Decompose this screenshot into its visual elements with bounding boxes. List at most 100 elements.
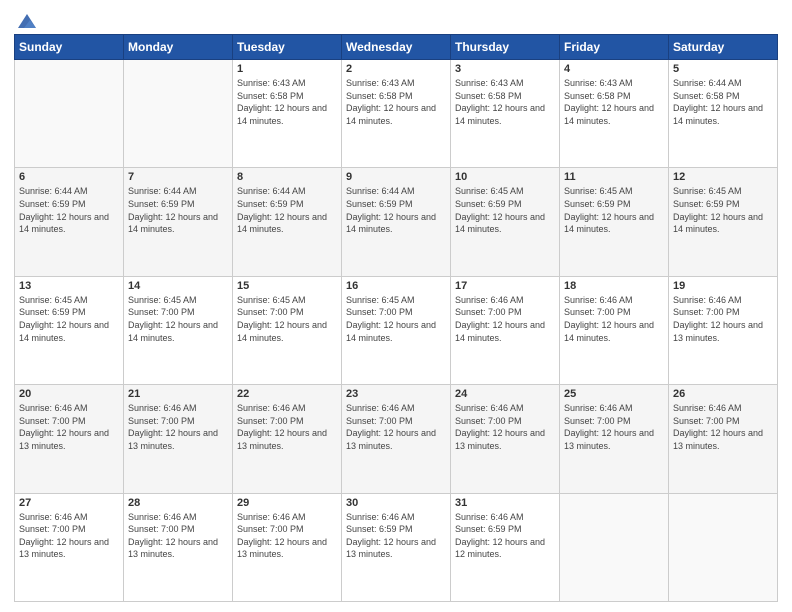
day-info: Sunrise: 6:43 AM Sunset: 6:58 PM Dayligh… <box>237 77 337 127</box>
day-number: 26 <box>673 388 773 400</box>
day-info: Sunrise: 6:46 AM Sunset: 7:00 PM Dayligh… <box>237 511 337 561</box>
day-number: 20 <box>19 388 119 400</box>
calendar-cell: 14Sunrise: 6:45 AM Sunset: 7:00 PM Dayli… <box>124 276 233 384</box>
calendar-cell: 29 Sunrise: 6:46 AM Sunset: 7:00 PM Dayli… <box>233 493 342 601</box>
day-number: 14 <box>128 280 228 292</box>
calendar-cell: 24Sunrise: 6:46 AM Sunset: 7:00 PM Dayli… <box>451 385 560 493</box>
day-number: 4 <box>564 63 664 75</box>
day-info: Sunrise: 6:46 AM Sunset: 7:00 PM Dayligh… <box>455 402 555 452</box>
page: SundayMondayTuesdayWednesdayThursdayFrid… <box>0 0 792 612</box>
day-info: Sunrise: 6:46 AM Sunset: 7:00 PM Dayligh… <box>455 294 555 344</box>
calendar-cell <box>669 493 778 601</box>
calendar-cell: 20 Sunrise: 6:46 AM Sunset: 7:00 PM Dayli… <box>15 385 124 493</box>
calendar-cell: 4 Sunrise: 6:43 AM Sunset: 6:58 PM Daylig… <box>560 60 669 168</box>
calendar-cell: 18 Sunrise: 6:46 AM Sunset: 7:00 PM Dayli… <box>560 276 669 384</box>
day-info: Sunrise: 6:46 AM Sunset: 7:00 PM Dayligh… <box>128 402 228 452</box>
calendar-cell: 16Sunrise: 6:45 AM Sunset: 7:00 PM Dayli… <box>342 276 451 384</box>
day-number: 29 <box>237 497 337 509</box>
calendar-cell: 2 Sunrise: 6:43 AM Sunset: 6:58 PM Daylig… <box>342 60 451 168</box>
calendar-cell: 27 Sunrise: 6:46 AM Sunset: 7:00 PM Dayli… <box>15 493 124 601</box>
calendar-cell: 22 Sunrise: 6:46 AM Sunset: 7:00 PM Dayli… <box>233 385 342 493</box>
day-number: 16 <box>346 280 446 292</box>
weekday-header-row: SundayMondayTuesdayWednesdayThursdayFrid… <box>15 35 778 60</box>
calendar-cell: 28Sunrise: 6:46 AM Sunset: 7:00 PM Dayli… <box>124 493 233 601</box>
day-info: Sunrise: 6:45 AM Sunset: 6:59 PM Dayligh… <box>673 185 773 235</box>
day-number: 17 <box>455 280 555 292</box>
weekday-header-wednesday: Wednesday <box>342 35 451 60</box>
day-info: Sunrise: 6:45 AM Sunset: 6:59 PM Dayligh… <box>19 294 119 344</box>
calendar-table: SundayMondayTuesdayWednesdayThursdayFrid… <box>14 34 778 602</box>
calendar-cell: 7 Sunrise: 6:44 AM Sunset: 6:59 PM Daylig… <box>124 168 233 276</box>
calendar-cell: 30 Sunrise: 6:46 AM Sunset: 6:59 PM Dayli… <box>342 493 451 601</box>
day-number: 2 <box>346 63 446 75</box>
day-info: Sunrise: 6:46 AM Sunset: 7:00 PM Dayligh… <box>237 402 337 452</box>
day-info: Sunrise: 6:44 AM Sunset: 6:59 PM Dayligh… <box>128 185 228 235</box>
calendar-cell: 6 Sunrise: 6:44 AM Sunset: 6:59 PM Daylig… <box>15 168 124 276</box>
day-info: Sunrise: 6:46 AM Sunset: 7:00 PM Dayligh… <box>564 294 664 344</box>
day-number: 9 <box>346 171 446 183</box>
day-number: 13 <box>19 280 119 292</box>
calendar-cell: 17 Sunrise: 6:46 AM Sunset: 7:00 PM Dayli… <box>451 276 560 384</box>
day-number: 19 <box>673 280 773 292</box>
calendar-cell <box>124 60 233 168</box>
day-info: Sunrise: 6:46 AM Sunset: 7:00 PM Dayligh… <box>128 511 228 561</box>
day-info: Sunrise: 6:46 AM Sunset: 7:00 PM Dayligh… <box>564 402 664 452</box>
calendar-cell: 3 Sunrise: 6:43 AM Sunset: 6:58 PM Daylig… <box>451 60 560 168</box>
calendar-cell: 9Sunrise: 6:44 AM Sunset: 6:59 PM Daylig… <box>342 168 451 276</box>
day-info: Sunrise: 6:45 AM Sunset: 6:59 PM Dayligh… <box>564 185 664 235</box>
day-info: Sunrise: 6:43 AM Sunset: 6:58 PM Dayligh… <box>346 77 446 127</box>
calendar-cell: 11Sunrise: 6:45 AM Sunset: 6:59 PM Dayli… <box>560 168 669 276</box>
calendar-cell: 31 Sunrise: 6:46 AM Sunset: 6:59 PM Dayli… <box>451 493 560 601</box>
calendar-cell: 19 Sunrise: 6:46 AM Sunset: 7:00 PM Dayli… <box>669 276 778 384</box>
weekday-header-tuesday: Tuesday <box>233 35 342 60</box>
calendar-week-row: 13 Sunrise: 6:45 AM Sunset: 6:59 PM Dayli… <box>15 276 778 384</box>
calendar-week-row: 1Sunrise: 6:43 AM Sunset: 6:58 PM Daylig… <box>15 60 778 168</box>
day-number: 6 <box>19 171 119 183</box>
day-number: 23 <box>346 388 446 400</box>
day-info: Sunrise: 6:43 AM Sunset: 6:58 PM Dayligh… <box>564 77 664 127</box>
day-number: 21 <box>128 388 228 400</box>
day-info: Sunrise: 6:46 AM Sunset: 7:00 PM Dayligh… <box>19 511 119 561</box>
logo-icon <box>16 10 38 32</box>
logo <box>14 10 38 28</box>
day-number: 10 <box>455 171 555 183</box>
day-info: Sunrise: 6:45 AM Sunset: 7:00 PM Dayligh… <box>237 294 337 344</box>
day-number: 15 <box>237 280 337 292</box>
weekday-header-saturday: Saturday <box>669 35 778 60</box>
day-info: Sunrise: 6:46 AM Sunset: 7:00 PM Dayligh… <box>673 402 773 452</box>
day-info: Sunrise: 6:46 AM Sunset: 7:00 PM Dayligh… <box>673 294 773 344</box>
day-info: Sunrise: 6:43 AM Sunset: 6:58 PM Dayligh… <box>455 77 555 127</box>
day-info: Sunrise: 6:44 AM Sunset: 6:59 PM Dayligh… <box>19 185 119 235</box>
calendar-week-row: 27 Sunrise: 6:46 AM Sunset: 7:00 PM Dayli… <box>15 493 778 601</box>
day-number: 12 <box>673 171 773 183</box>
calendar-week-row: 6 Sunrise: 6:44 AM Sunset: 6:59 PM Daylig… <box>15 168 778 276</box>
calendar-cell: 15 Sunrise: 6:45 AM Sunset: 7:00 PM Dayli… <box>233 276 342 384</box>
calendar-cell: 23 Sunrise: 6:46 AM Sunset: 7:00 PM Dayli… <box>342 385 451 493</box>
day-number: 5 <box>673 63 773 75</box>
day-number: 30 <box>346 497 446 509</box>
calendar-cell: 8Sunrise: 6:44 AM Sunset: 6:59 PM Daylig… <box>233 168 342 276</box>
weekday-header-monday: Monday <box>124 35 233 60</box>
day-info: Sunrise: 6:46 AM Sunset: 6:59 PM Dayligh… <box>346 511 446 561</box>
header <box>14 10 778 28</box>
day-info: Sunrise: 6:46 AM Sunset: 7:00 PM Dayligh… <box>346 402 446 452</box>
calendar-cell: 12 Sunrise: 6:45 AM Sunset: 6:59 PM Dayli… <box>669 168 778 276</box>
weekday-header-thursday: Thursday <box>451 35 560 60</box>
day-info: Sunrise: 6:46 AM Sunset: 6:59 PM Dayligh… <box>455 511 555 561</box>
day-number: 22 <box>237 388 337 400</box>
day-number: 3 <box>455 63 555 75</box>
calendar-cell: 10Sunrise: 6:45 AM Sunset: 6:59 PM Dayli… <box>451 168 560 276</box>
calendar-cell: 1Sunrise: 6:43 AM Sunset: 6:58 PM Daylig… <box>233 60 342 168</box>
day-info: Sunrise: 6:44 AM Sunset: 6:58 PM Dayligh… <box>673 77 773 127</box>
calendar-cell: 26 Sunrise: 6:46 AM Sunset: 7:00 PM Dayli… <box>669 385 778 493</box>
day-number: 25 <box>564 388 664 400</box>
calendar-cell: 21 Sunrise: 6:46 AM Sunset: 7:00 PM Dayli… <box>124 385 233 493</box>
day-number: 7 <box>128 171 228 183</box>
weekday-header-sunday: Sunday <box>15 35 124 60</box>
calendar-cell: 13 Sunrise: 6:45 AM Sunset: 6:59 PM Dayli… <box>15 276 124 384</box>
day-number: 18 <box>564 280 664 292</box>
calendar-week-row: 20 Sunrise: 6:46 AM Sunset: 7:00 PM Dayli… <box>15 385 778 493</box>
day-info: Sunrise: 6:46 AM Sunset: 7:00 PM Dayligh… <box>19 402 119 452</box>
day-number: 31 <box>455 497 555 509</box>
day-number: 27 <box>19 497 119 509</box>
